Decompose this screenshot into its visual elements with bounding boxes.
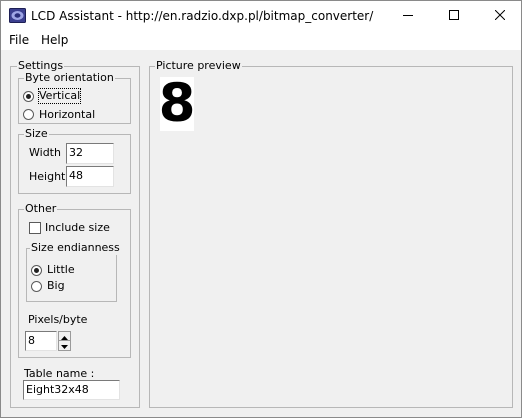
pixels-per-byte-input[interactable]: 8 — [25, 331, 57, 351]
other-group: Other Include size Size endianness Littl… — [18, 202, 131, 358]
settings-group: Settings Byte orientation Vertical Horiz… — [10, 59, 140, 408]
menu-help[interactable]: Help — [41, 33, 68, 47]
maximize-icon — [449, 9, 459, 23]
byte-orientation-group: Byte orientation Vertical Horizontal — [18, 71, 131, 124]
height-label: Height — [29, 170, 66, 183]
byte-orientation-title: Byte orientation — [24, 71, 115, 85]
size-endianness-group: Size endianness Little Big — [26, 241, 121, 302]
size-group-title: Size — [24, 127, 49, 141]
minimize-icon — [403, 10, 413, 23]
app-window: LCD Assistant - http://en.radzio.dxp.pl/… — [0, 0, 522, 418]
size-group: Size Width 32 Height 48 — [18, 127, 131, 194]
menu-bar: File Help — [1, 31, 521, 50]
width-label: Width — [29, 146, 61, 159]
big-label[interactable]: Big — [47, 279, 65, 293]
table-name-input[interactable]: Eight32x48 — [23, 380, 120, 400]
minimize-button[interactable] — [385, 1, 431, 31]
menu-file[interactable]: File — [9, 33, 29, 47]
vertical-radio[interactable] — [23, 91, 34, 102]
width-input[interactable]: 32 — [66, 143, 114, 164]
picture-preview-title: Picture preview — [155, 59, 242, 73]
size-endianness-title: Size endianness — [30, 241, 121, 255]
app-icon — [9, 8, 26, 23]
preview-image: 8 — [158, 73, 196, 134]
other-group-title: Other — [24, 202, 58, 216]
include-size-label[interactable]: Include size — [45, 221, 110, 235]
maximize-button[interactable] — [431, 1, 477, 31]
vertical-label[interactable]: Vertical — [37, 88, 82, 104]
close-button[interactable] — [477, 1, 522, 31]
pixels-per-byte-spinner[interactable] — [58, 331, 71, 351]
horizontal-label[interactable]: Horizontal — [39, 108, 95, 122]
pixels-per-byte-label: Pixels/byte — [28, 313, 88, 326]
title-bar: LCD Assistant - http://en.radzio.dxp.pl/… — [1, 1, 521, 31]
chevron-down-icon — [61, 339, 68, 352]
table-name-label: Table name : — [24, 367, 95, 380]
little-radio[interactable] — [31, 265, 42, 276]
big-radio[interactable] — [31, 281, 42, 292]
picture-preview-group: Picture preview 8 — [149, 59, 513, 408]
spin-down-button[interactable] — [59, 341, 70, 350]
include-size-checkbox[interactable] — [29, 222, 41, 234]
little-label[interactable]: Little — [47, 263, 75, 277]
height-input[interactable]: 48 — [66, 166, 114, 187]
close-icon — [494, 9, 506, 23]
window-title: LCD Assistant - http://en.radzio.dxp.pl/… — [31, 9, 374, 23]
horizontal-radio[interactable] — [23, 109, 34, 120]
